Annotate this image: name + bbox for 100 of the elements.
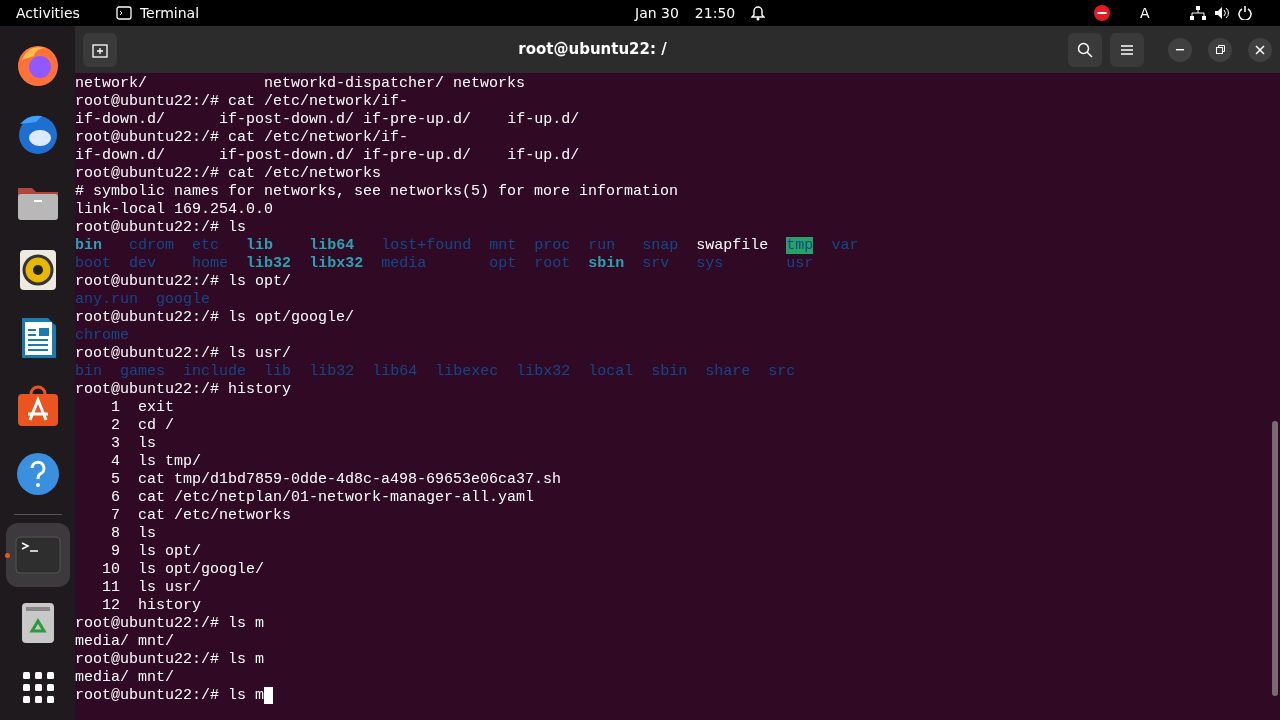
app-grid-icon[interactable] xyxy=(20,670,55,704)
file-name: games xyxy=(120,363,166,380)
prompt: root@ubuntu22:/# xyxy=(75,129,220,146)
menu-icon xyxy=(1120,43,1134,56)
history-number: 10 xyxy=(102,561,121,578)
prompt: root@ubuntu22:/# xyxy=(75,273,220,290)
file-name: local xyxy=(588,363,634,380)
file-name: if-down.d/ xyxy=(75,111,165,128)
file-name: include xyxy=(183,363,247,380)
file-name: media xyxy=(381,255,427,272)
new-tab-button[interactable] xyxy=(83,32,117,67)
command-text: cat /etc/network/if- xyxy=(228,93,409,110)
close-button[interactable] xyxy=(1248,37,1272,62)
history-command: ls opt/ xyxy=(138,543,202,560)
file-name: chrome xyxy=(75,327,129,344)
history-command: history xyxy=(138,597,202,614)
prompt: root@ubuntu22:/# xyxy=(75,165,220,182)
file-name: mnt xyxy=(489,237,517,254)
close-icon xyxy=(1255,44,1265,55)
file-name: srv xyxy=(642,255,670,272)
file-name: libexec xyxy=(435,363,499,380)
history-number: 3 xyxy=(111,435,121,452)
file-name: run xyxy=(588,237,616,254)
file-name: lib xyxy=(246,237,274,254)
scrollbar-thumb[interactable] xyxy=(1272,421,1278,696)
network-icon[interactable] xyxy=(1189,6,1206,20)
file-name: sbin xyxy=(651,363,688,380)
command-text: ls m xyxy=(228,687,265,704)
history-command: cat /etc/netplan/01-network-manager-all.yaml xyxy=(138,489,535,506)
history-number: 12 xyxy=(102,597,121,614)
history-number: 1 xyxy=(111,399,121,416)
keyboard-layout[interactable]: A xyxy=(1140,0,1150,26)
file-name: lib32 xyxy=(246,255,292,272)
file-name: libx32 xyxy=(516,363,571,380)
file-name: if-up.d/ xyxy=(507,111,580,128)
history-command: exit xyxy=(138,399,175,416)
history-number: 2 xyxy=(111,417,121,434)
history-number: 6 xyxy=(111,489,121,506)
history-number: 9 xyxy=(111,543,121,560)
menu-button[interactable] xyxy=(1110,32,1144,67)
command-text: ls opt/google/ xyxy=(228,309,355,326)
file-name: google xyxy=(156,291,211,308)
command-text: ls m xyxy=(228,651,265,668)
file-name: if-post-down.d/ xyxy=(219,111,355,128)
command-text: history xyxy=(228,381,292,398)
prompt: root@ubuntu22:/# xyxy=(75,309,220,326)
prompt: root@ubuntu22:/# xyxy=(75,219,220,236)
blocked-icon[interactable] xyxy=(1094,5,1110,21)
file-name: var xyxy=(831,237,859,254)
file-name: snap xyxy=(642,237,679,254)
prompt: root@ubuntu22:/# xyxy=(75,687,220,704)
history-command: ls opt/google/ xyxy=(138,561,265,578)
clock-time[interactable]: 21:50 xyxy=(694,0,736,26)
file-name: bin xyxy=(75,237,102,254)
prompt: root@ubuntu22:/# xyxy=(75,615,220,632)
file-name: swapfile xyxy=(696,237,769,254)
file-name: if-pre-up.d/ xyxy=(363,111,472,128)
app-menu[interactable]: Terminal xyxy=(139,0,200,26)
output-line: link-local 169.254.0.0 xyxy=(75,201,274,218)
file-name: root xyxy=(534,255,571,272)
prompt: root@ubuntu22:/# xyxy=(75,93,220,110)
history-number: 5 xyxy=(111,471,121,488)
file-name: sys xyxy=(696,255,724,272)
file-name: libx32 xyxy=(309,255,364,272)
maximize-button[interactable] xyxy=(1208,37,1232,62)
terminal-icon xyxy=(115,6,132,20)
file-name: networks xyxy=(453,75,526,92)
power-icon[interactable] xyxy=(1237,6,1252,20)
history-command: ls usr/ xyxy=(138,579,202,596)
file-name: if-up.d/ xyxy=(507,147,580,164)
file-name: cdrom xyxy=(129,237,175,254)
history-command: ls xyxy=(138,435,157,452)
file-name: tmp xyxy=(786,237,814,254)
file-name: lib xyxy=(264,363,292,380)
file-name: media/ xyxy=(75,669,129,686)
output-line: # symbolic names for networks, see networks(5) for more information xyxy=(75,183,679,200)
file-name: network/ xyxy=(75,75,147,92)
volume-icon[interactable] xyxy=(1213,6,1230,20)
clock-date[interactable]: Jan 30 xyxy=(635,0,679,26)
file-name: sbin xyxy=(588,255,625,272)
command-text: ls opt/ xyxy=(228,273,292,290)
file-name: lib64 xyxy=(372,363,418,380)
bell-icon[interactable] xyxy=(751,5,766,21)
prompt: root@ubuntu22:/# xyxy=(75,651,220,668)
file-name: proc xyxy=(534,237,571,254)
history-number: 8 xyxy=(111,525,121,542)
new-tab-icon xyxy=(92,41,108,58)
file-name: boot xyxy=(75,255,111,272)
history-command: cat /etc/networks xyxy=(138,507,292,524)
minimize-button[interactable] xyxy=(1168,37,1192,62)
search-button[interactable] xyxy=(1068,32,1102,67)
history-command: cd / xyxy=(138,417,175,434)
file-name: lib32 xyxy=(309,363,355,380)
file-name: usr xyxy=(786,255,814,272)
file-name: opt xyxy=(489,255,517,272)
activities-button[interactable]: Activities xyxy=(16,0,80,26)
file-name: etc xyxy=(192,237,220,254)
command-text: ls usr/ xyxy=(228,345,292,362)
prompt: root@ubuntu22:/# xyxy=(75,381,220,398)
history-number: 4 xyxy=(111,453,121,470)
